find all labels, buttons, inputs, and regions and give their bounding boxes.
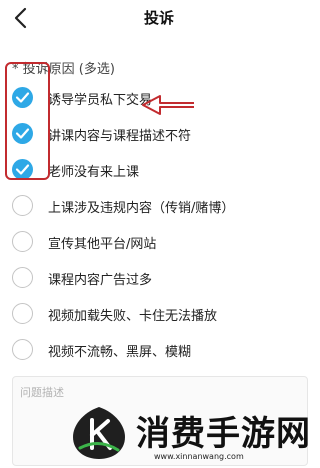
checkbox[interactable] <box>12 303 33 324</box>
annotation-arrow-icon <box>142 95 194 115</box>
checkbox[interactable] <box>12 231 33 252</box>
option-label: 视频不流畅、黑屏、模糊 <box>48 345 192 360</box>
checkbox[interactable] <box>12 267 33 288</box>
option-label: 老师没有来上课 <box>48 165 140 180</box>
option-label: 宣传其他平台/网站 <box>48 237 157 252</box>
option-label: 课程内容广告过多 <box>48 273 153 288</box>
nav-bar: 投诉 <box>0 0 318 36</box>
option-item[interactable]: 课程内容广告过多 <box>0 261 318 295</box>
option-item[interactable]: 视频加载失败、卡住无法播放 <box>0 297 318 331</box>
watermark-logo-icon <box>73 407 125 459</box>
checkbox[interactable] <box>12 339 33 360</box>
option-label: 讲课内容与课程描述不符 <box>48 129 192 144</box>
option-label: 视频加载失败、卡住无法播放 <box>48 309 218 324</box>
watermark-text: 消费手游网 <box>136 414 311 454</box>
option-label: 诱导学员私下交易 <box>48 93 153 108</box>
page-title: 投诉 <box>143 9 174 27</box>
option-item[interactable]: 上课涉及违规内容（传销/赌博） <box>0 189 318 223</box>
description-placeholder: 问题描述 <box>20 386 64 399</box>
watermark: 消费手游网 www.xinnanwang.com <box>58 400 320 468</box>
option-item[interactable]: 视频不流畅、黑屏、模糊 <box>0 333 318 367</box>
watermark-url: www.xinnanwang.com <box>154 452 244 461</box>
checkbox[interactable] <box>12 195 33 216</box>
option-label: 上课涉及违规内容（传销/赌博） <box>48 201 235 216</box>
option-item[interactable]: 宣传其他平台/网站 <box>0 225 318 259</box>
annotation-highlight-box <box>5 62 50 180</box>
